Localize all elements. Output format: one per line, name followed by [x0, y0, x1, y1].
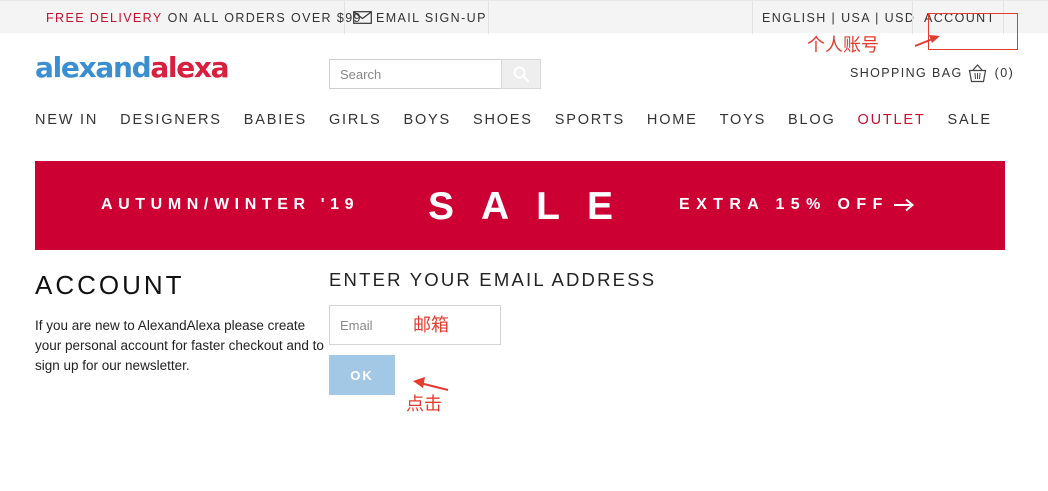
arrow-to-account-icon — [914, 35, 940, 47]
arrow-to-ok-icon — [413, 377, 449, 391]
annotation-arrows — [413, 35, 940, 391]
